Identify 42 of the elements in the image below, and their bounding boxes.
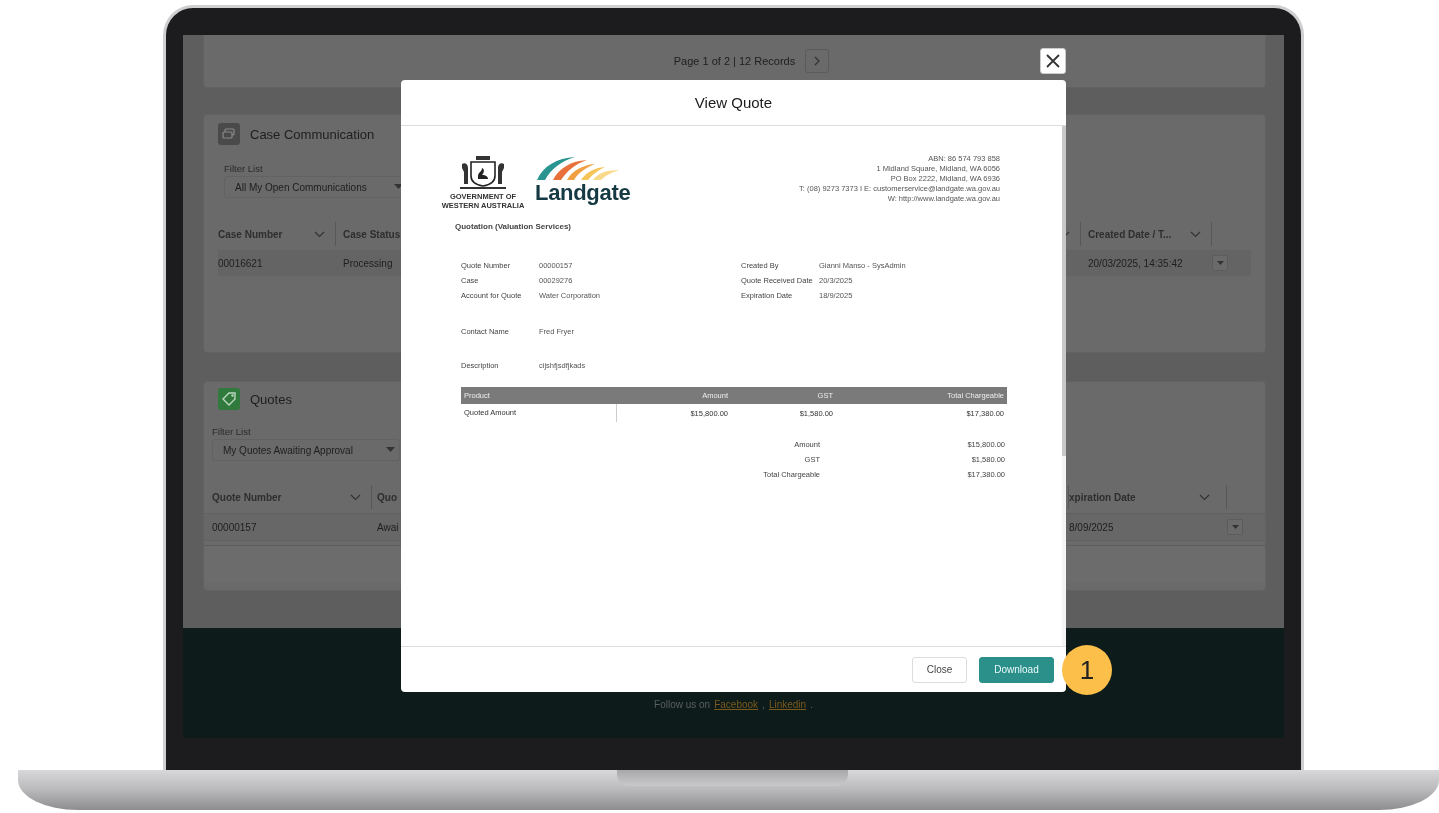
row-actions-button[interactable] bbox=[1212, 255, 1228, 271]
logo-text: Landgate bbox=[535, 180, 631, 206]
column-header[interactable]: Created Date / T... bbox=[1081, 222, 1212, 246]
pager-text: Page 1 of 2 | 12 Records bbox=[673, 55, 796, 67]
social-link[interactable]: Facebook bbox=[714, 699, 759, 710]
chevron-right-icon bbox=[813, 56, 822, 66]
caret-down-icon bbox=[386, 447, 395, 453]
section-title: Case Communication bbox=[250, 126, 375, 142]
column-header[interactable]: Quote Number bbox=[204, 485, 372, 509]
follow-text: Follow us on bbox=[654, 699, 711, 710]
row-actions-button[interactable] bbox=[1227, 519, 1243, 535]
separator-text: , bbox=[762, 699, 765, 710]
chevron-down-icon bbox=[314, 230, 325, 238]
chevron-down-icon bbox=[1190, 230, 1201, 238]
caret-down-icon bbox=[394, 184, 403, 190]
caret-down-icon bbox=[1216, 260, 1224, 266]
table-cell-text: 20/03/2025, 14:35:42 bbox=[1087, 257, 1183, 269]
swoosh-logo-icon bbox=[535, 154, 621, 182]
coat-of-arms-drawing bbox=[458, 154, 508, 192]
social-link[interactable]: Linkedin bbox=[768, 699, 807, 710]
document-heading: Quotation (Valuation Services) bbox=[455, 222, 573, 231]
tag-icon bbox=[218, 388, 240, 410]
close-button[interactable]: Close bbox=[912, 656, 967, 683]
filter-dropdown[interactable]: My Quotes Awaiting Approval bbox=[212, 439, 400, 461]
separator-text: . bbox=[810, 699, 813, 710]
table-cell: 00016621 bbox=[218, 257, 263, 269]
scrollbar-thumb[interactable] bbox=[1062, 126, 1066, 456]
table-cell-text: Processing bbox=[342, 257, 393, 269]
chevron-down-icon bbox=[1199, 493, 1210, 501]
dialog-title: View Quote bbox=[694, 94, 773, 111]
chevron-down-icon bbox=[350, 493, 361, 501]
documents-icon bbox=[218, 123, 240, 145]
caret-down-icon bbox=[1231, 524, 1239, 530]
table-cell-text: 00000157 bbox=[211, 521, 257, 533]
download-button[interactable]: Download bbox=[979, 656, 1054, 683]
column-header[interactable]: xpiration Date bbox=[1069, 485, 1227, 509]
close-icon[interactable] bbox=[1040, 48, 1066, 74]
next-page-button[interactable] bbox=[805, 49, 830, 73]
section-title: Quotes bbox=[250, 391, 292, 407]
column-header[interactable]: Case Number bbox=[218, 222, 336, 246]
table-cell-text: Awai bbox=[376, 521, 399, 533]
table-cell: 8/09/2025 bbox=[1069, 521, 1114, 533]
